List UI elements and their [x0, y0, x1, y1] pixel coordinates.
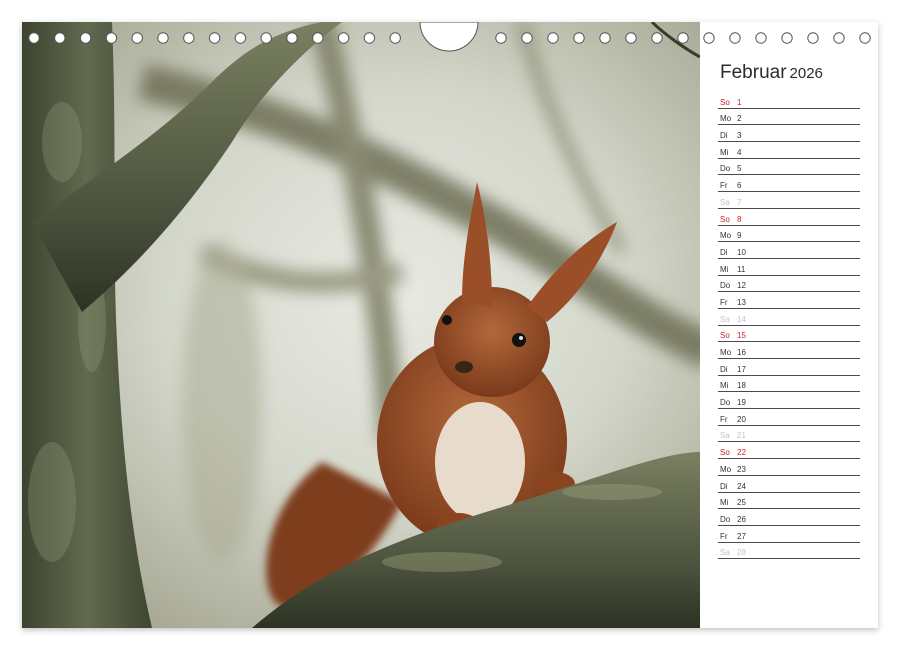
- day-number: 25: [737, 498, 746, 507]
- day-number: 16: [737, 348, 746, 357]
- day-row: Mo 23: [718, 459, 860, 476]
- day-name: Sa: [720, 431, 730, 440]
- day-name: Mo: [720, 231, 731, 240]
- day-number: 7: [737, 198, 741, 207]
- day-row: Di 24: [718, 476, 860, 493]
- day-number: 12: [737, 281, 746, 290]
- day-name: Fr: [720, 532, 728, 541]
- day-row: Mo 2: [718, 109, 860, 126]
- day-row: Fr 6: [718, 175, 860, 192]
- day-row: Sa 28: [718, 543, 860, 560]
- day-name: Fr: [720, 415, 728, 424]
- day-name: Sa: [720, 548, 730, 557]
- day-row: So 22: [718, 442, 860, 459]
- day-name: Mi: [720, 265, 728, 274]
- day-row: Sa 21: [718, 426, 860, 443]
- month-title: Februar2026: [720, 62, 823, 84]
- day-row: Do 12: [718, 276, 860, 293]
- day-number: 20: [737, 415, 746, 424]
- day-row: Di 17: [718, 359, 860, 376]
- day-row: Do 26: [718, 509, 860, 526]
- day-name: Do: [720, 398, 730, 407]
- day-row: Fr 13: [718, 292, 860, 309]
- day-number: 21: [737, 431, 746, 440]
- day-number: 10: [737, 248, 746, 257]
- day-name: So: [720, 98, 730, 107]
- day-name: Fr: [720, 298, 728, 307]
- day-name: Mo: [720, 348, 731, 357]
- day-name: Mo: [720, 114, 731, 123]
- day-row: Di 3: [718, 125, 860, 142]
- day-row: Do 19: [718, 392, 860, 409]
- day-row: Mi 11: [718, 259, 860, 276]
- squirrel-photo: [22, 22, 700, 628]
- day-name: Mi: [720, 498, 728, 507]
- day-row: Mo 9: [718, 226, 860, 243]
- day-number: 13: [737, 298, 746, 307]
- day-name: Do: [720, 164, 730, 173]
- day-name: Do: [720, 281, 730, 290]
- day-row: Mi 18: [718, 376, 860, 393]
- day-name: Sa: [720, 315, 730, 324]
- day-number: 3: [737, 131, 741, 140]
- day-number: 2: [737, 114, 741, 123]
- day-name: So: [720, 331, 730, 340]
- day-number: 26: [737, 515, 746, 524]
- day-number: 5: [737, 164, 741, 173]
- month-name: Februar: [720, 62, 787, 83]
- day-row: So 8: [718, 209, 860, 226]
- day-number: 14: [737, 315, 746, 324]
- day-number: 22: [737, 448, 746, 457]
- day-name: So: [720, 215, 730, 224]
- day-row: So 15: [718, 326, 860, 343]
- day-row: Mo 16: [718, 342, 860, 359]
- day-row: So 1: [718, 92, 860, 109]
- day-number: 11: [737, 265, 745, 274]
- day-number: 19: [737, 398, 746, 407]
- day-row: Fr 27: [718, 526, 860, 543]
- day-name: Fr: [720, 181, 728, 190]
- day-number: 17: [737, 365, 746, 374]
- day-row: Mi 25: [718, 493, 860, 510]
- day-name: Mi: [720, 381, 728, 390]
- day-name: Di: [720, 365, 728, 374]
- day-row: Di 10: [718, 242, 860, 259]
- calendar-panel: Februar2026 So1Mo2Di3Mi4Do5Fr6Sa7So8Mo9D…: [700, 22, 878, 628]
- day-row: Do 5: [718, 159, 860, 176]
- day-name: Do: [720, 515, 730, 524]
- day-name: Mo: [720, 465, 731, 474]
- day-number: 27: [737, 532, 746, 541]
- month-year: 2026: [790, 65, 823, 82]
- day-row: Mi 4: [718, 142, 860, 159]
- day-name: Di: [720, 131, 728, 140]
- day-row: Fr 20: [718, 409, 860, 426]
- day-number: 4: [737, 148, 741, 157]
- day-name: Di: [720, 248, 728, 257]
- day-number: 1: [737, 98, 741, 107]
- day-row: Sa 7: [718, 192, 860, 209]
- day-number: 24: [737, 482, 746, 491]
- day-number: 18: [737, 381, 746, 390]
- day-list: So 1 Mo 2 Di 3 Mi 4 Do 5 Fr 6 Sa 7 So 8 Mo 9 Di 10 Mi 11 Do 12 F…: [718, 92, 860, 559]
- day-number: 6: [737, 181, 741, 190]
- day-number: 28: [737, 548, 746, 557]
- day-name: Di: [720, 482, 728, 491]
- day-number: 15: [737, 331, 746, 340]
- day-number: 8: [737, 215, 741, 224]
- day-name: Mi: [720, 148, 728, 157]
- day-name: Sa: [720, 198, 730, 207]
- day-number: 23: [737, 465, 746, 474]
- day-number: 9: [737, 231, 741, 240]
- day-name: So: [720, 448, 730, 457]
- day-row: Sa 14: [718, 309, 860, 326]
